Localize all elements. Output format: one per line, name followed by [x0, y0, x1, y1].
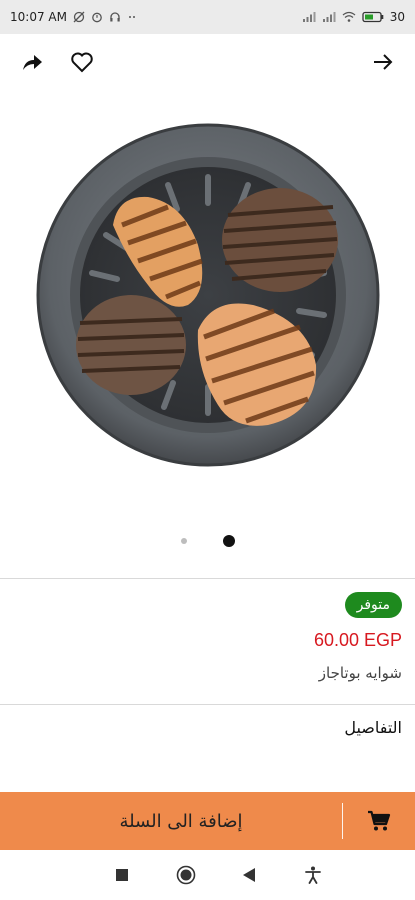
recents-icon[interactable] [102, 855, 142, 895]
signal-icon-2 [322, 11, 336, 23]
sync-off-icon [73, 11, 85, 23]
product-info: متوفر 60.00 EGP شوايه بوتاجاز [0, 590, 415, 700]
signal-icon [302, 11, 316, 23]
divider [0, 578, 415, 579]
wifi-icon [342, 11, 356, 23]
details-heading[interactable]: التفاصيل [344, 718, 402, 737]
cart-icon[interactable] [343, 792, 415, 850]
back-icon[interactable] [229, 855, 269, 895]
add-to-cart-label: إضافة الى السلة [119, 810, 243, 832]
more-notifications-icon [127, 11, 139, 23]
availability-badge: متوفر [344, 592, 402, 618]
battery-icon [362, 11, 384, 23]
status-time: 10:07 AM [10, 10, 67, 24]
alarm-icon [91, 11, 103, 23]
pager-dot-2[interactable] [222, 535, 235, 547]
add-to-cart-button[interactable]: إضافة الى السلة [0, 792, 415, 850]
arrow-right-icon[interactable] [367, 46, 399, 78]
home-icon[interactable] [166, 855, 206, 895]
accessibility-icon[interactable] [293, 855, 333, 895]
battery-percent: 30 [389, 10, 405, 24]
cart-separator [342, 803, 343, 839]
divider [0, 704, 415, 705]
heart-icon[interactable] [66, 46, 98, 78]
image-pager [0, 533, 415, 549]
share-icon[interactable] [16, 46, 48, 78]
headphones-icon [109, 11, 121, 23]
product-image [36, 123, 379, 467]
product-image-gallery[interactable] [0, 100, 415, 490]
status-bar: 10:07 AM 30 [0, 0, 415, 34]
product-name: شوايه بوتاجاز [318, 664, 402, 682]
top-toolbar [0, 34, 415, 90]
product-price: 60.00 EGP [313, 630, 402, 650]
pager-dot-1[interactable] [180, 538, 187, 544]
system-nav-bar [0, 850, 415, 900]
